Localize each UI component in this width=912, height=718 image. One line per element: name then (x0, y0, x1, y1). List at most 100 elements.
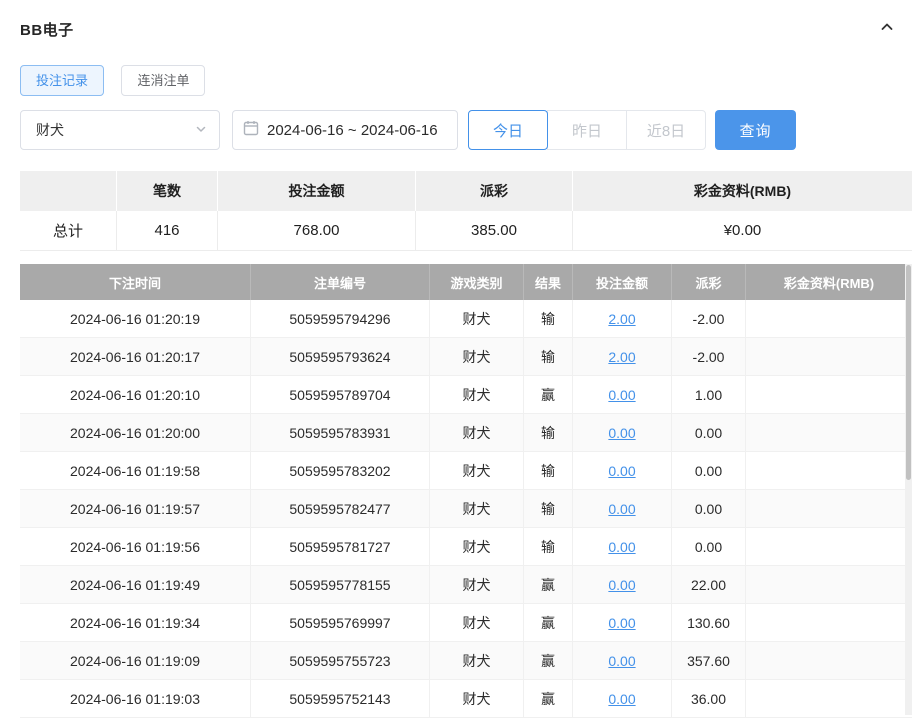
bet-amount-link[interactable]: 0.00 (608, 501, 635, 517)
bet-amount-cell: 0.00 (573, 414, 672, 452)
collapse-button[interactable] (876, 18, 898, 40)
bet-time-cell: 2024-06-16 01:19:09 (20, 642, 251, 680)
payout-cell: 0.00 (672, 452, 746, 490)
result-cell: 输 (524, 338, 573, 376)
order-id-cell: 5059595789704 (251, 376, 430, 414)
scrollbar-thumb[interactable] (906, 265, 911, 480)
bet-time-cell: 2024-06-16 01:20:19 (20, 300, 251, 338)
bonus-cell (746, 376, 912, 414)
payout-cell: -2.00 (672, 300, 746, 338)
game-type-cell: 财犬 (430, 528, 524, 566)
panel-header: BB电子 (0, 0, 912, 40)
bet-amount-link[interactable]: 0.00 (608, 539, 635, 555)
table-row: 2024-06-16 01:20:19 5059595794296 财犬 输 2… (20, 300, 912, 338)
game-type-cell: 财犬 (430, 642, 524, 680)
summary-header-bonus: 彩金资料(RMB) (573, 171, 912, 211)
result-cell: 输 (524, 452, 573, 490)
payout-cell: 22.00 (672, 566, 746, 604)
bet-amount-cell: 0.00 (573, 642, 672, 680)
order-id-cell: 5059595783202 (251, 452, 430, 490)
bet-time-cell: 2024-06-16 01:19:57 (20, 490, 251, 528)
date-range-input[interactable] (232, 110, 458, 150)
table-row: 2024-06-16 01:19:56 5059595781727 财犬 输 0… (20, 528, 912, 566)
bet-time-cell: 2024-06-16 01:19:56 (20, 528, 251, 566)
bet-amount-link[interactable]: 0.00 (608, 653, 635, 669)
order-id-cell: 5059595752143 (251, 680, 430, 718)
bet-amount-cell: 0.00 (573, 376, 672, 414)
bet-time-cell: 2024-06-16 01:19:03 (20, 680, 251, 718)
bet-amount-cell: 2.00 (573, 300, 672, 338)
column-header-order: 注单编号 (251, 264, 430, 300)
bet-amount-link[interactable]: 0.00 (608, 691, 635, 707)
payout-cell: 0.00 (672, 528, 746, 566)
tab-bar: 投注记录 连消注单 (0, 40, 912, 96)
column-header-bet: 投注金额 (573, 264, 672, 300)
summary-total-label: 总计 (20, 211, 117, 251)
records-table: 下注时间 注单编号 游戏类别 结果 投注金额 派彩 彩金资料(RMB) 2024… (20, 264, 912, 718)
result-cell: 赢 (524, 680, 573, 718)
payout-cell: 36.00 (672, 680, 746, 718)
bet-amount-link[interactable]: 0.00 (608, 577, 635, 593)
summary-total-count: 416 (117, 211, 218, 251)
summary-header-empty (20, 171, 117, 211)
page-title: BB电子 (20, 19, 74, 40)
order-id-cell: 5059595794296 (251, 300, 430, 338)
order-id-cell: 5059595778155 (251, 566, 430, 604)
bet-time-cell: 2024-06-16 01:20:00 (20, 414, 251, 452)
bonus-cell (746, 452, 912, 490)
summary-header-count: 笔数 (117, 171, 218, 211)
bet-amount-link[interactable]: 0.00 (608, 615, 635, 631)
payout-cell: 357.60 (672, 642, 746, 680)
order-id-cell: 5059595783931 (251, 414, 430, 452)
game-type-cell: 财犬 (430, 376, 524, 414)
result-cell: 输 (524, 490, 573, 528)
quick-button-last8days[interactable]: 近8日 (626, 110, 706, 150)
bonus-cell (746, 642, 912, 680)
summary-total-row: 总计 416 768.00 385.00 ¥0.00 (20, 211, 912, 251)
date-range-value[interactable] (267, 122, 457, 139)
table-row: 2024-06-16 01:19:03 5059595752143 财犬 赢 0… (20, 680, 912, 718)
column-header-game: 游戏类别 (430, 264, 524, 300)
result-cell: 输 (524, 300, 573, 338)
payout-cell: 0.00 (672, 490, 746, 528)
bet-time-cell: 2024-06-16 01:19:49 (20, 566, 251, 604)
game-select-value: 财犬 (36, 120, 64, 140)
filter-bar: 财犬 今日 昨日 近8日 查询 (0, 96, 912, 150)
table-row: 2024-06-16 01:19:09 5059595755723 财犬 赢 0… (20, 642, 912, 680)
result-cell: 赢 (524, 604, 573, 642)
order-id-cell: 5059595769997 (251, 604, 430, 642)
game-select[interactable]: 财犬 (20, 110, 220, 150)
payout-cell: 0.00 (672, 414, 746, 452)
payout-cell: 130.60 (672, 604, 746, 642)
summary-total-payout: 385.00 (416, 211, 573, 251)
search-button[interactable]: 查询 (715, 110, 796, 150)
tab-cancelled-orders[interactable]: 连消注单 (121, 65, 205, 96)
table-row: 2024-06-16 01:19:34 5059595769997 财犬 赢 0… (20, 604, 912, 642)
bet-time-cell: 2024-06-16 01:20:17 (20, 338, 251, 376)
bet-amount-link[interactable]: 2.00 (608, 349, 635, 365)
game-type-cell: 财犬 (430, 566, 524, 604)
bet-amount-cell: 0.00 (573, 680, 672, 718)
bet-amount-link[interactable]: 0.00 (608, 425, 635, 441)
bonus-cell (746, 300, 912, 338)
tab-bet-records[interactable]: 投注记录 (20, 65, 104, 96)
bet-amount-cell: 0.00 (573, 528, 672, 566)
calendar-icon (243, 120, 267, 141)
summary-header-payout: 派彩 (416, 171, 573, 211)
table-body: 2024-06-16 01:20:19 5059595794296 财犬 输 2… (20, 300, 912, 718)
column-header-time: 下注时间 (20, 264, 251, 300)
table-row: 2024-06-16 01:20:10 5059595789704 财犬 赢 0… (20, 376, 912, 414)
bet-time-cell: 2024-06-16 01:19:58 (20, 452, 251, 490)
table-header-row: 下注时间 注单编号 游戏类别 结果 投注金额 派彩 彩金资料(RMB) (20, 264, 912, 300)
game-type-cell: 财犬 (430, 452, 524, 490)
quick-button-today[interactable]: 今日 (468, 110, 548, 150)
column-header-result: 结果 (524, 264, 573, 300)
order-id-cell: 5059595755723 (251, 642, 430, 680)
game-type-cell: 财犬 (430, 414, 524, 452)
scrollbar[interactable] (905, 264, 912, 715)
bet-amount-link[interactable]: 0.00 (608, 387, 635, 403)
bet-amount-link[interactable]: 0.00 (608, 463, 635, 479)
quick-button-yesterday[interactable]: 昨日 (547, 110, 627, 150)
bet-amount-link[interactable]: 2.00 (608, 311, 635, 327)
result-cell: 赢 (524, 642, 573, 680)
